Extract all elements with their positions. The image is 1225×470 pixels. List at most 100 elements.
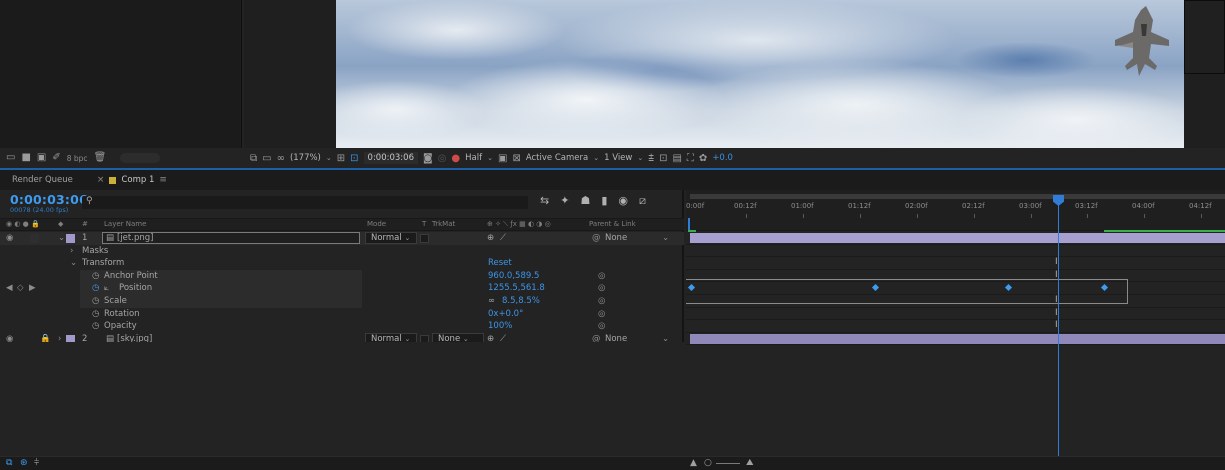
property-value[interactable]: 0x+0.0°: [488, 309, 523, 319]
pickwhip-icon[interactable]: @: [592, 233, 601, 243]
chevron-down-icon[interactable]: ⌄: [487, 154, 493, 162]
trash-icon[interactable]: 🗑: [94, 152, 107, 164]
chevron-right-icon[interactable]: ›: [70, 246, 73, 256]
layer-search-field[interactable]: ⚲: [82, 196, 528, 209]
composition-canvas[interactable]: [336, 0, 1184, 148]
panel-menu-icon[interactable]: ≡: [159, 175, 167, 185]
parent-select[interactable]: None: [605, 233, 627, 243]
draft-3d-icon[interactable]: ✦: [560, 194, 569, 208]
property-value[interactable]: 100%: [488, 321, 512, 331]
transparency-grid-icon[interactable]: ⊠: [512, 153, 520, 164]
next-keyframe-icon[interactable]: ▶: [29, 283, 36, 293]
property-row-rotation[interactable]: ◷ Rotation 0x+0.0° ◎: [0, 308, 684, 321]
chevron-down-icon[interactable]: ⌄: [70, 258, 77, 268]
zoom-slider-track[interactable]: [716, 463, 740, 464]
chevron-down-icon[interactable]: ⌄: [662, 233, 669, 243]
reset-link[interactable]: Reset: [488, 258, 512, 268]
exposure-icon[interactable]: ✿: [699, 153, 707, 164]
column-layer-name[interactable]: Layer Name: [104, 220, 146, 228]
eye-icon[interactable]: ◉: [6, 233, 13, 243]
adjust-icon[interactable]: ✐: [52, 152, 60, 164]
property-row-position[interactable]: ◀ ◇ ▶ ◷ ⟀ Position 1255.5,561.8 ◎: [0, 282, 684, 295]
layer-name[interactable]: [jet.png]: [117, 233, 153, 243]
camera-select[interactable]: Active Camera: [526, 153, 588, 163]
quality-switch-icon[interactable]: ⟋: [500, 233, 506, 243]
frame-blending-icon[interactable]: ▮: [601, 194, 607, 208]
exposure-value[interactable]: +0.0: [712, 153, 733, 163]
property-value[interactable]: 1255.5,561.8: [488, 283, 545, 293]
color-channel-icon[interactable]: ●: [451, 153, 460, 164]
region-of-interest-icon[interactable]: ▣: [498, 153, 507, 164]
fit-icon[interactable]: ⊞: [337, 153, 345, 164]
layer-duration-bar-sky[interactable]: [690, 333, 1225, 344]
prev-keyframe-icon[interactable]: ◀: [6, 283, 13, 293]
transfer-controls-icon[interactable]: ⊛: [20, 458, 28, 468]
playhead-line[interactable]: [1058, 196, 1059, 456]
expression-pickwhip-icon[interactable]: ◎: [598, 296, 605, 306]
graph-icon[interactable]: ⟀: [104, 283, 109, 293]
lock-toggle[interactable]: [30, 234, 39, 243]
zoom-in-icon[interactable]: ⛰: [746, 458, 754, 468]
shy-icon[interactable]: ☗: [580, 194, 590, 208]
view-layout-select[interactable]: 1 View: [604, 153, 632, 163]
property-value[interactable]: 8.5,8.5%: [502, 296, 540, 306]
comp-mini-flowchart-icon[interactable]: ⇆: [540, 194, 549, 208]
layer-row-jet[interactable]: ◉ ⌄ 1 ▤ [jet.png] Normal ⌄ ⊕ ⟋ @ None ⌄: [0, 232, 684, 245]
tab-render-queue[interactable]: Render Queue: [0, 170, 85, 190]
stopwatch-icon[interactable]: ◷: [92, 271, 99, 281]
mode-select[interactable]: Normal ⌄: [365, 232, 417, 244]
new-folder-icon[interactable]: ■: [21, 152, 30, 164]
stopwatch-icon[interactable]: ◷: [92, 296, 99, 306]
stopwatch-active-icon[interactable]: ◷: [92, 283, 99, 293]
expression-pickwhip-icon[interactable]: ◎: [598, 283, 605, 293]
interpret-footage-icon[interactable]: ▭: [6, 152, 15, 164]
zoom-out-icon[interactable]: ▲: [690, 458, 697, 468]
chevron-down-icon[interactable]: ⌄: [637, 154, 643, 162]
layer-duration-bar-jet[interactable]: [690, 233, 1225, 243]
project-search-field[interactable]: [120, 153, 161, 163]
expression-pickwhip-icon[interactable]: ◎: [598, 321, 605, 331]
chevron-down-icon[interactable]: ⌄: [326, 154, 332, 162]
collapse-switch-icon[interactable]: ⊕: [487, 233, 494, 243]
toggle-pixel-icon[interactable]: ⩲: [648, 153, 654, 164]
property-row-opacity[interactable]: ◷ Opacity 100% ◎: [0, 320, 684, 333]
camera-snapshot-icon[interactable]: ◙: [423, 153, 433, 164]
work-area-bar[interactable]: [690, 194, 1225, 199]
add-keyframe-icon[interactable]: ◇: [17, 283, 24, 293]
current-time-display[interactable]: 0:00:03:06: [10, 192, 88, 207]
always-preview-icon[interactable]: ⧉: [250, 153, 257, 164]
expression-pickwhip-icon[interactable]: ◎: [598, 309, 605, 319]
zoom-select[interactable]: (177%): [290, 153, 321, 163]
preserve-transparency[interactable]: [420, 234, 429, 243]
masks-group-row[interactable]: › Masks: [0, 245, 684, 258]
property-value[interactable]: 960.0,589.5: [488, 271, 539, 281]
tab-comp-1[interactable]: × Comp 1 ≡: [85, 170, 179, 190]
constrain-proportions-icon[interactable]: ∞: [488, 296, 495, 306]
time-ruler[interactable]: 0:00f 00:12f 01:00f 01:12f 02:00f 02:12f…: [686, 190, 1225, 218]
frame-render-time-icon[interactable]: ⫩: [34, 458, 39, 468]
layer-label-color[interactable]: [66, 234, 75, 243]
monitor-icon[interactable]: ▭: [262, 153, 271, 164]
property-row-anchor-point[interactable]: ◷ Anchor Point 960.0,589.5 ◎: [0, 269, 684, 283]
safe-zones-icon[interactable]: ⊡: [350, 153, 358, 164]
layer-outline-empty-area[interactable]: [0, 342, 684, 456]
graph-editor-icon[interactable]: ⧄: [639, 194, 646, 208]
bit-depth-button[interactable]: 8 bpc: [67, 154, 88, 163]
show-snapshot-icon[interactable]: ◎: [438, 153, 447, 164]
new-composition-icon[interactable]: ▣: [37, 152, 46, 164]
transform-group-row[interactable]: ⌄ Transform Reset: [0, 257, 684, 270]
fast-preview-icon[interactable]: ⊡: [659, 153, 667, 164]
zoom-slider-handle[interactable]: ○: [704, 458, 712, 468]
viewer-timecode[interactable]: 0:00:03:06: [363, 152, 418, 164]
close-icon[interactable]: ×: [97, 175, 105, 185]
layer-switches-icon[interactable]: ⧉: [6, 458, 12, 468]
flowchart-icon[interactable]: ⛶: [687, 153, 694, 164]
resolution-select[interactable]: Half: [465, 153, 482, 163]
property-row-scale[interactable]: ◷ Scale ∞ 8.5,8.5% ◎: [0, 295, 684, 308]
stopwatch-icon[interactable]: ◷: [92, 309, 99, 319]
timeline-icon[interactable]: ▤: [672, 153, 681, 164]
stopwatch-icon[interactable]: ◷: [92, 321, 99, 331]
chevron-down-icon[interactable]: ⌄: [58, 233, 65, 243]
vr-icon[interactable]: ∞: [277, 153, 285, 164]
timeline-track-area[interactable]: 0:00f 00:12f 01:00f 01:12f 02:00f 02:12f…: [686, 190, 1225, 456]
